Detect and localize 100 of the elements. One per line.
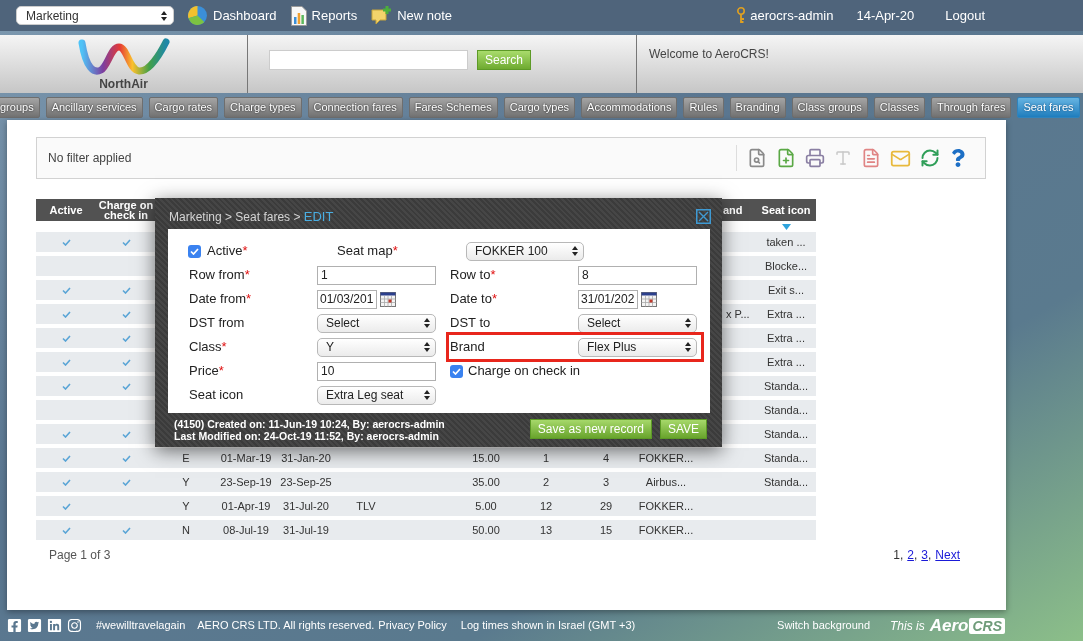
- twitter-icon[interactable]: [27, 618, 42, 633]
- updown-arrows-icon: [424, 342, 430, 352]
- table-cell-text: 13: [539, 522, 553, 538]
- switch-background-link[interactable]: Switch background: [777, 617, 871, 634]
- input-field[interactable]: 10: [317, 361, 436, 381]
- table-row[interactable]: N 08-Jul-19 31-Jul-19 50.00 13 15 FOKKER...: [36, 520, 816, 540]
- column-header[interactable]: Charge on check in: [96, 200, 156, 220]
- tab[interactable]: Fares Schemes: [408, 97, 498, 118]
- input-field[interactable]: 8: [578, 265, 697, 285]
- page-link[interactable]: 3: [921, 546, 928, 564]
- table-cell-text: Extra ...: [767, 330, 805, 346]
- table-cell-text: 23-Sep-19: [220, 474, 272, 490]
- table-cell-text: 50.00: [472, 522, 500, 538]
- tab[interactable]: Ancillary services: [45, 97, 143, 118]
- table-cell-text: 01-Mar-19: [220, 450, 272, 466]
- table-cell-text: 12: [539, 498, 553, 514]
- pie-chart-icon: [187, 5, 208, 26]
- checkbox[interactable]: [188, 244, 201, 258]
- select-dropdown[interactable]: Select: [317, 313, 436, 333]
- field-label: Row from*: [189, 266, 251, 285]
- calendar-icon[interactable]: [380, 291, 396, 307]
- nav-link[interactable]: Dashboard: [187, 5, 277, 26]
- nav-link[interactable]: Reports: [290, 5, 358, 26]
- help-icon[interactable]: [949, 149, 967, 167]
- table-cell-text: Y: [182, 498, 190, 514]
- table-cell-text: FOKKER...: [638, 450, 694, 466]
- input-field[interactable]: 1: [317, 265, 436, 285]
- tab[interactable]: Class groups: [791, 97, 868, 118]
- tab[interactable]: Classes: [873, 97, 925, 118]
- table-cell-text: 23-Sep-25: [280, 474, 332, 490]
- field-label: Active*: [207, 242, 248, 261]
- brand-logo: Aero CRS: [929, 616, 1005, 635]
- page-separator: ,: [899, 547, 904, 564]
- field-label: Brand: [450, 338, 486, 357]
- select-dropdown[interactable]: Flex Plus: [578, 337, 697, 357]
- search-field[interactable]: [269, 50, 468, 70]
- field-label: Date from*: [189, 290, 253, 309]
- tab[interactable]: Branding: [729, 97, 786, 118]
- linkedin-icon[interactable]: [47, 618, 62, 633]
- welcome-text: Welcome to AeroCRS!: [649, 47, 769, 61]
- close-icon[interactable]: [696, 209, 711, 224]
- table-cell-text: 31-Jul-19: [283, 522, 329, 538]
- file-icon[interactable]: [861, 148, 881, 168]
- table-cell-text: 31-Jan-20: [281, 450, 331, 466]
- tab[interactable]: Cargo types: [503, 97, 576, 118]
- calendar-icon[interactable]: [641, 291, 657, 307]
- table-row[interactable]: Y 01-Apr-19 31-Jul-20 TLV 5.00 12 29 FOKKER...: [36, 496, 816, 516]
- updown-arrows-icon: [685, 318, 691, 328]
- table-cell-text: TLV: [356, 498, 376, 514]
- instagram-icon[interactable]: [67, 618, 82, 633]
- document-plus-icon[interactable]: [776, 148, 796, 168]
- module-select[interactable]: Marketing: [16, 6, 174, 25]
- table-cell-text: Standa...: [763, 402, 808, 418]
- column-header[interactable]: and: [723, 201, 743, 219]
- page-link[interactable]: 2: [907, 546, 914, 564]
- select-dropdown[interactable]: Y: [317, 337, 436, 357]
- select-dropdown[interactable]: Extra Leg seat: [317, 385, 436, 405]
- table-cell-text: 35.00: [472, 474, 500, 490]
- tab[interactable]: Through fares: [930, 97, 1012, 118]
- table-cell-text: Extra ...: [767, 306, 805, 322]
- refresh-arrows-icon[interactable]: [920, 148, 940, 168]
- tab[interactable]: groups: [0, 97, 40, 118]
- table-row[interactable]: Y 23-Sep-19 23-Sep-25 35.00 2 3 Airbus... Standa...: [36, 472, 816, 492]
- nav-link[interactable]: New note: [371, 5, 453, 26]
- field-label: Charge on check in: [468, 362, 580, 381]
- table-cell-text: taken ...: [766, 234, 806, 250]
- privacy-policy-link[interactable]: Privacy Policy: [378, 617, 447, 634]
- table-row[interactable]: E 01-Mar-19 31-Jan-20 15.00 1 4 FOKKER... Standa...: [36, 448, 816, 468]
- next-page-link[interactable]: Next: [935, 546, 960, 564]
- tab[interactable]: Cargo rates: [148, 97, 219, 118]
- select-dropdown[interactable]: Select: [578, 313, 697, 333]
- column-header[interactable]: Active: [49, 205, 83, 215]
- key-icon: [737, 7, 746, 24]
- table-cell-text: 5.00: [475, 498, 497, 514]
- field-label: Seat map*: [337, 242, 399, 261]
- wave-logo-icon: [76, 37, 171, 78]
- tab[interactable]: Accommodations: [581, 97, 678, 118]
- table-cell-text: FOKKER...: [638, 498, 694, 514]
- table-cell-text: 08-Jul-19: [223, 522, 269, 538]
- facebook-icon[interactable]: [7, 618, 22, 633]
- tab[interactable]: Seat fares: [1017, 97, 1080, 118]
- tab[interactable]: Charge types: [224, 97, 302, 118]
- field-label: DST to: [450, 314, 492, 333]
- table-cell-text: 4: [602, 450, 610, 466]
- select-dropdown[interactable]: FOKKER 100: [466, 241, 584, 261]
- updown-arrows-icon: [424, 390, 430, 400]
- document-search-icon[interactable]: [747, 148, 767, 168]
- logout-link[interactable]: Logout: [945, 5, 985, 26]
- checkbox[interactable]: [450, 364, 463, 378]
- copyright-text: AERO CRS LTD. All rights reserved.: [197, 618, 375, 634]
- tab[interactable]: Connection fares: [307, 97, 403, 118]
- brand-name: NorthAir: [99, 76, 148, 91]
- column-header[interactable]: Seat icon: [761, 205, 811, 215]
- checkmark-icon: [452, 367, 461, 375]
- date-field[interactable]: 31/01/202: [578, 289, 638, 309]
- hashtag-link[interactable]: #wewilltravelagain: [96, 617, 186, 634]
- field-label: Class*: [189, 338, 228, 357]
- printer-icon[interactable]: [805, 148, 825, 168]
- tab[interactable]: Rules: [683, 97, 724, 118]
- date-field[interactable]: 01/03/201: [317, 289, 377, 309]
